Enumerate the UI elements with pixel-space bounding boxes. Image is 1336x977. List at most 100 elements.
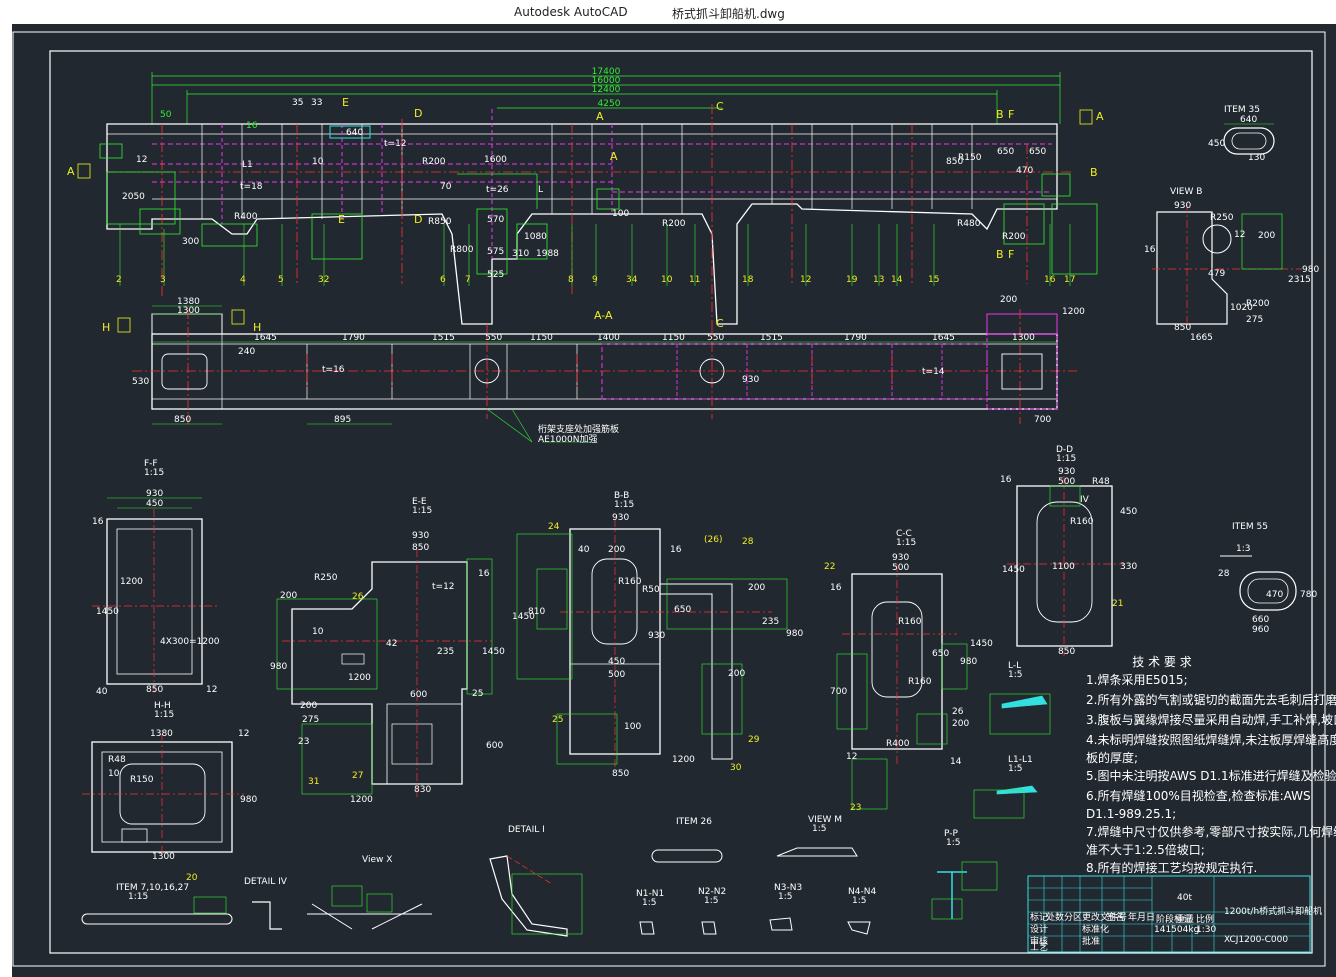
dim-dd-930: 930 xyxy=(1058,467,1075,477)
section-tag-a-left: A xyxy=(67,165,75,178)
part-13: 13 xyxy=(873,275,884,285)
dim-vb-2315: 2315 xyxy=(1288,275,1311,285)
title-item7: ITEM 7,10,16,27 xyxy=(116,883,189,893)
tb-row-fenqu: 分区 xyxy=(1064,912,1082,923)
title-detail4: DETAIL IV xyxy=(244,877,288,887)
dim-vb-275: 275 xyxy=(1246,315,1263,325)
dim-item55-13: 1:3 xyxy=(1236,544,1250,554)
dim-dd-850: 850 xyxy=(1058,647,1075,657)
dim-cc-200: 200 xyxy=(952,719,969,729)
scale-pp: 1:5 xyxy=(946,838,960,848)
dim-bb-29: 29 xyxy=(748,735,760,745)
dim-ee-31: 31 xyxy=(308,777,319,787)
dim-vb-200: 200 xyxy=(1258,231,1275,241)
scale-n2: 1:5 xyxy=(704,896,718,906)
dim-item35-130: 130 xyxy=(1248,153,1265,163)
dim-bb-980: 980 xyxy=(786,629,803,639)
dim-895: 895 xyxy=(334,415,351,425)
dim-dd-16: 16 xyxy=(1000,475,1012,485)
drawing-canvas[interactable]: 17400 16000 12400 4250 A A B C C D D E E… xyxy=(12,24,1336,977)
dim-hh-r48: R48 xyxy=(108,755,126,765)
scale-n3: 1:5 xyxy=(778,892,792,902)
dim-vb-980: 980 xyxy=(1302,265,1319,275)
dim-ff-4x300: 4X300=1200 xyxy=(160,637,220,647)
dim-vb-1665: 1665 xyxy=(1190,333,1213,343)
scale-hh: 1:15 xyxy=(154,710,174,720)
dim-t18: t=18 xyxy=(240,182,263,192)
dim-570: 570 xyxy=(487,215,504,225)
dim-bb-200: 200 xyxy=(608,545,625,555)
dim-ee-1200: 1200 xyxy=(348,673,371,683)
dim-ee-t12: t=12 xyxy=(432,582,455,592)
tb-weight: 141504kg xyxy=(1154,925,1199,935)
scale-l1l1: 1:5 xyxy=(1008,764,1022,774)
dim-dd-1450: 1450 xyxy=(1002,565,1025,575)
dim-dd-330: 330 xyxy=(1120,562,1137,572)
section-tag-b-right: B xyxy=(1090,166,1098,179)
dim-2050: 2050 xyxy=(122,192,145,202)
dim-ff-850: 850 xyxy=(146,685,163,695)
section-tag-aa: A-A xyxy=(594,309,613,322)
dim-ee-1450: 1450 xyxy=(482,647,505,657)
scale-ll: 1:5 xyxy=(1008,670,1022,680)
part-5: 5 xyxy=(278,275,284,285)
dim-10: 10 xyxy=(312,157,324,167)
dim-650a: 650 xyxy=(997,147,1014,157)
part-14: 14 xyxy=(891,275,903,285)
dim-1300-b: 1300 xyxy=(1012,333,1035,343)
view-b: VIEW B 930 R250 200 16 479 12 2315 980 R… xyxy=(1144,187,1319,343)
section-tag-d-bottom: D xyxy=(414,213,422,226)
dim-cc-r400: R400 xyxy=(886,739,910,749)
dim-50: 50 xyxy=(160,110,172,120)
dim-ee-850: 850 xyxy=(412,543,429,553)
section-cc: C-C 1:15 930 500 22 16 R160 650 980 1450… xyxy=(824,529,993,813)
dim-bb-r160: R160 xyxy=(618,577,642,587)
part-12: 12 xyxy=(800,275,811,285)
dim-ee-200b: 200 xyxy=(300,701,317,711)
dim-dd-450: 450 xyxy=(1120,507,1137,517)
dim-vb-12: 12 xyxy=(1234,230,1245,240)
dim-ee-23: 23 xyxy=(298,737,309,747)
dim-bb-810: 810 xyxy=(528,607,545,617)
dim-cc-16: 16 xyxy=(830,583,842,593)
dim-ff-40: 40 xyxy=(96,687,108,697)
note-7b: 准不大于1:2.5倍坡口; xyxy=(1086,842,1205,857)
title-detail1: DETAIL I xyxy=(508,825,545,835)
dim-t14: t=14 xyxy=(922,367,945,377)
dim-100: 100 xyxy=(612,209,629,219)
bottom-details: ITEM 7,10,16,27 1:15 DETAIL IV View X DE… xyxy=(81,815,998,937)
part-11: 11 xyxy=(689,275,700,285)
note-4b: 板的厚度; xyxy=(1086,750,1138,765)
plan-note-1: 桁架支座处加强筋板 xyxy=(538,423,619,435)
dim-bb-650: 650 xyxy=(674,605,691,615)
dim-1400: 1400 xyxy=(597,333,620,343)
note-8: 8.所有的焊接工艺均按规定执行. xyxy=(1086,860,1257,875)
dim-bb-500: 500 xyxy=(608,670,625,680)
dim-ee-27: 27 xyxy=(352,771,363,781)
dim-r400: R400 xyxy=(234,212,258,222)
dim-cc-12: 12 xyxy=(846,752,857,762)
dim-vb-1020: 1020 xyxy=(1230,303,1253,313)
dim-ff-1200: 1200 xyxy=(120,577,143,587)
dim-16: 16 xyxy=(246,121,258,131)
dim-cc-14: 14 xyxy=(950,757,962,767)
dim-t12: t=12 xyxy=(384,139,407,149)
dim-70: 70 xyxy=(440,182,452,192)
dim-hh-1380: 1380 xyxy=(150,729,173,739)
part-18: 18 xyxy=(742,275,754,285)
dim-r800: R800 xyxy=(450,245,474,255)
dim-ee-600b: 600 xyxy=(486,741,503,751)
note-2: 2.所有外露的气割或锯切的截面先去毛刺后打磨平; xyxy=(1086,692,1336,707)
dim-dd-iv: IV xyxy=(1080,495,1090,505)
dim-item55-660: 660 xyxy=(1252,615,1269,625)
dim-1300: 1300 xyxy=(177,306,200,316)
section-tag-a-mid-top: A xyxy=(596,110,604,123)
dim-ee-200: 200 xyxy=(280,591,297,601)
dim-vb-930: 930 xyxy=(1174,201,1191,211)
section-tag-c-bottom: C xyxy=(716,317,724,330)
dim-cc-980: 980 xyxy=(960,657,977,667)
dim-dd-r48: R48 xyxy=(1092,477,1110,487)
part-6: 6 xyxy=(440,275,446,285)
dim-dd-r160: R160 xyxy=(1070,517,1094,527)
dim-hh-12: 12 xyxy=(238,729,249,739)
